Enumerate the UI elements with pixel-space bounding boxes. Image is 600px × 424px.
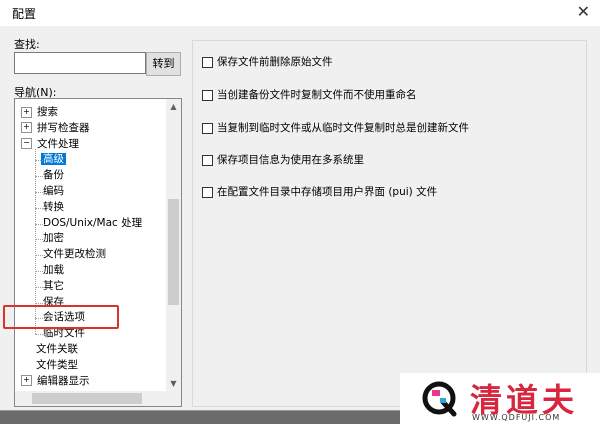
- title-bar: 配置 ✕: [0, 0, 600, 26]
- option-label: 保存文件前删除原始文件: [217, 56, 333, 68]
- find-input[interactable]: [14, 52, 146, 74]
- options-panel: 保存文件前删除原始文件当创建备份文件时复制文件而不使用重命名当复制到临时文件或从…: [192, 40, 587, 407]
- tree-connector: [35, 334, 45, 336]
- tree-horizontal-scrollbar[interactable]: [15, 391, 181, 406]
- checkbox[interactable]: [202, 56, 213, 68]
- tree-connector: [35, 192, 45, 193]
- tree-connector: [35, 207, 45, 209]
- close-icon[interactable]: ✕: [577, 2, 590, 21]
- nav-item-label: 备份: [43, 169, 64, 182]
- nav-item-label: DOS/Unix/Mac 处理: [43, 216, 143, 229]
- goto-button[interactable]: 转到: [146, 52, 181, 76]
- nav-item[interactable]: DOS/Unix/Mac 处理: [41, 216, 144, 231]
- window-title: 配置: [12, 7, 37, 21]
- nav-item-label: 编码: [43, 185, 64, 197]
- nav-tree[interactable]: + 搜索 + 拼写检查器 − 文件处理 高级 备份 编码 转换 DOS/Unix/Mac 处理 加密文…: [14, 98, 182, 407]
- watermark: 清道夫 WWW.QDFUJI.COM: [400, 373, 600, 424]
- nav-item[interactable]: 文件更改检测: [41, 247, 108, 262]
- find-label: 查找:: [14, 38, 40, 51]
- nav-item-label: 搜索: [37, 106, 58, 118]
- vertical-scroll-thumb[interactable]: [168, 199, 179, 305]
- nav-tree-content: + 搜索 + 拼写检查器 − 文件处理 高级 备份 编码 转换 DOS/Unix/Mac 处理 加密文…: [15, 99, 165, 406]
- nav-item-label: 文件关联: [36, 343, 78, 355]
- nav-item[interactable]: − 文件处理: [21, 137, 81, 152]
- option-label: 当创建备份文件时复制文件而不使用重命名: [217, 89, 417, 101]
- tree-connector: [35, 176, 45, 178]
- collapse-icon[interactable]: −: [21, 138, 32, 150]
- option-label: 在配置文件目录中存储项目用户界面 (pui) 文件: [217, 186, 438, 198]
- nav-item-label: 转换: [43, 200, 64, 213]
- config-dialog: 配置 ✕ 查找: 转到 导航(N): + 搜索 + 拼写检查器 − 文件处理 高级 备份 编码转…: [0, 0, 600, 411]
- tree-connector: [35, 271, 45, 272]
- nav-item-label: 文件处理: [37, 137, 79, 150]
- expand-icon[interactable]: +: [21, 106, 32, 118]
- nav-item[interactable]: + 搜索: [21, 105, 60, 120]
- nav-item-label: 加密: [43, 232, 64, 245]
- tree-connector: [35, 239, 45, 241]
- scroll-down-icon[interactable]: ▼: [166, 376, 181, 391]
- option-checkbox-row[interactable]: 当复制到临时文件或从临时文件复制时总是创建新文件: [202, 120, 469, 135]
- tree-vertical-scrollbar[interactable]: ▲ ▼: [166, 99, 181, 391]
- nav-item[interactable]: + 拼写检查器: [21, 121, 92, 136]
- tree-connector: [35, 302, 45, 304]
- nav-item-label: 拼写检查器: [37, 121, 90, 134]
- tree-connector: [35, 286, 45, 288]
- nav-item[interactable]: + 编辑器显示: [21, 374, 92, 389]
- nav-item[interactable]: 文件类型: [34, 358, 80, 373]
- tree-connector: [35, 223, 45, 225]
- tree-connector: [35, 255, 45, 257]
- nav-item-label: 文件更改检测: [43, 248, 106, 261]
- nav-item-label: 编辑器显示: [37, 374, 90, 387]
- option-checkbox-row[interactable]: 保存项目信息为使用在多系统里: [202, 152, 364, 167]
- nav-item-label: 其它: [43, 279, 64, 292]
- nav-item-label: 文件类型: [36, 358, 78, 371]
- brand-logo-icon: [422, 381, 457, 417]
- expand-icon[interactable]: +: [21, 122, 32, 134]
- option-label: 保存项目信息为使用在多系统里: [217, 154, 364, 166]
- checkbox[interactable]: [202, 186, 213, 198]
- expand-icon[interactable]: +: [21, 375, 32, 387]
- tree-connector: [35, 160, 45, 162]
- option-checkbox-row[interactable]: 当创建备份文件时复制文件而不使用重命名: [202, 87, 417, 102]
- nav-item-label: 加载: [43, 264, 64, 276]
- highlight-box: [3, 305, 119, 329]
- horizontal-scroll-thumb[interactable]: [32, 393, 142, 404]
- nav-item[interactable]: 文件关联: [34, 342, 80, 357]
- checkbox[interactable]: [202, 154, 213, 166]
- checkbox[interactable]: [202, 122, 213, 134]
- watermark-url: WWW.QDFUJI.COM: [472, 413, 561, 422]
- option-checkbox-row[interactable]: 保存文件前删除原始文件: [202, 54, 333, 69]
- checkbox[interactable]: [202, 89, 213, 101]
- nav-item-label: 高级: [41, 153, 66, 166]
- option-label: 当复制到临时文件或从临时文件复制时总是创建新文件: [217, 122, 469, 134]
- option-checkbox-row[interactable]: 在配置文件目录中存储项目用户界面 (pui) 文件: [202, 184, 437, 199]
- scroll-up-icon[interactable]: ▲: [166, 99, 181, 114]
